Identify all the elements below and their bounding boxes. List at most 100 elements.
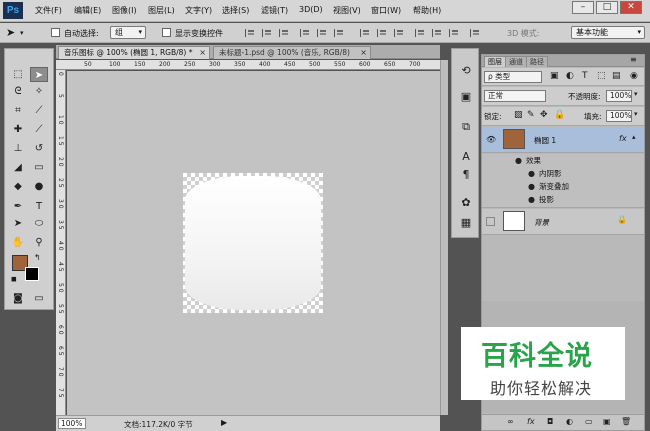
path-selection-tool-icon[interactable]: ➤ [9, 216, 27, 231]
blend-mode-dropdown[interactable]: 正常 [484, 90, 546, 102]
crop-tool-icon[interactable]: ⌗ [9, 103, 27, 118]
visibility-eye-icon[interactable]: ● [515, 156, 522, 165]
zoom-field[interactable]: 100% [58, 418, 86, 429]
background-color-swatch[interactable] [25, 267, 39, 281]
align-left-icon[interactable] [300, 29, 311, 37]
fill-field[interactable]: 100% [606, 110, 632, 122]
default-colors-icon[interactable]: ◼ [11, 275, 17, 283]
doc-tab-inactive[interactable]: 未标题-1.psd @ 100% (音乐, RGB/8) × [213, 46, 371, 59]
fx-badge[interactable]: fx [619, 134, 627, 143]
blur-tool-icon[interactable]: ◆ [9, 179, 27, 194]
status-menu-arrow-icon[interactable]: ▶ [221, 418, 227, 427]
opacity-field[interactable]: 100% [606, 90, 632, 102]
lock-transparent-icon[interactable]: ▨ [514, 110, 523, 120]
move-tool-icon[interactable]: ➤ [30, 67, 48, 82]
layer-row[interactable]: 背景 🔒 [482, 209, 644, 235]
lasso-tool-icon[interactable]: ᘓ [9, 84, 27, 99]
close-icon[interactable]: × [199, 47, 206, 59]
lock-all-icon[interactable]: 🔒 [554, 110, 565, 120]
align-top-icon[interactable] [245, 29, 256, 37]
healing-brush-tool-icon[interactable]: ✚ [9, 122, 27, 137]
distribute-hcenter-icon[interactable] [432, 29, 443, 37]
lock-pixels-icon[interactable]: ✎ [527, 110, 535, 120]
type-tool-icon[interactable]: T [30, 199, 48, 214]
eraser-tool-icon[interactable]: ◢ [9, 160, 27, 175]
filter-toggle-icon[interactable]: ◉ [630, 71, 638, 81]
swap-colors-icon[interactable]: ↰ [34, 253, 41, 262]
menu-edit[interactable]: 编辑(E) [74, 5, 101, 16]
tab-paths[interactable]: 路径 [526, 56, 548, 67]
menu-layer[interactable]: 图层(L) [148, 5, 175, 16]
new-adjustment-icon[interactable]: ◐ [566, 417, 573, 426]
pen-tool-icon[interactable]: ✒ [9, 199, 27, 214]
auto-align-icon[interactable] [470, 29, 481, 37]
menu-type[interactable]: 文字(Y) [185, 5, 212, 16]
auto-select-checkbox[interactable] [51, 28, 60, 37]
hand-tool-icon[interactable]: ✋ [9, 235, 27, 250]
add-style-icon[interactable]: fx [527, 417, 535, 426]
dodge-tool-icon[interactable]: ● [30, 179, 48, 194]
effect-drop-shadow[interactable]: 投影 [539, 194, 554, 205]
lock-position-icon[interactable]: ✥ [540, 110, 548, 120]
zoom-tool-icon[interactable]: ⚲ [30, 235, 48, 250]
tab-channels[interactable]: 通道 [505, 56, 527, 67]
layer-row[interactable]: 👁 椭圆 1 fx ▴ [482, 127, 644, 153]
distribute-vcenter-icon[interactable] [377, 29, 388, 37]
distribute-right-icon[interactable] [449, 29, 460, 37]
show-transform-checkbox[interactable] [162, 28, 171, 37]
move-tool-icon[interactable]: ➤ [6, 26, 15, 39]
visibility-toggle[interactable] [486, 217, 495, 226]
maximize-button[interactable]: □ [596, 1, 618, 14]
delete-layer-icon[interactable]: 🗑 [621, 417, 631, 426]
screen-mode-icon[interactable]: ▭ [30, 291, 48, 306]
distribute-left-icon[interactable] [415, 29, 426, 37]
align-right-icon[interactable] [334, 29, 345, 37]
minimize-button[interactable]: – [572, 1, 594, 14]
magic-wand-tool-icon[interactable]: ✧ [30, 84, 48, 99]
filter-shape-icon[interactable]: ⬚ [597, 71, 606, 81]
add-mask-icon[interactable]: ◘ [547, 417, 553, 426]
visibility-eye-icon[interactable]: ● [528, 182, 535, 191]
gradient-tool-icon[interactable]: ▭ [30, 160, 48, 175]
panel-menu-icon[interactable]: ≡ [630, 55, 637, 64]
paragraph-panel-icon[interactable]: ¶ [457, 167, 475, 183]
auto-select-dropdown[interactable]: 组 ▾ [110, 26, 146, 39]
menu-file[interactable]: 文件(F) [35, 5, 62, 16]
swatches-panel-icon[interactable]: ✿ [457, 195, 475, 211]
history-panel-icon[interactable]: ⟲ [457, 63, 475, 79]
history-brush-tool-icon[interactable]: ↺ [30, 141, 48, 156]
filter-pixel-icon[interactable]: ▣ [550, 71, 559, 81]
visibility-eye-icon[interactable]: ● [528, 195, 535, 204]
chevron-down-icon[interactable]: ▾ [634, 110, 638, 118]
tool-preset-arrow-icon[interactable]: ▾ [20, 29, 24, 37]
distribute-bottom-icon[interactable] [394, 29, 405, 37]
chevron-down-icon[interactable]: ▾ [634, 90, 638, 98]
marquee-tool-icon[interactable]: ⬚ [9, 67, 27, 82]
menu-view[interactable]: 视图(V) [333, 5, 361, 16]
eyedropper-tool-icon[interactable]: ⟋ [30, 103, 48, 118]
brush-tool-icon[interactable]: ⟋ [30, 122, 48, 137]
effect-gradient-overlay[interactable]: 渐变叠加 [539, 181, 569, 192]
new-layer-icon[interactable]: ▣ [603, 417, 611, 426]
rounded-icon-shape[interactable] [185, 176, 321, 310]
menu-select[interactable]: 选择(S) [222, 5, 249, 16]
visibility-eye-icon[interactable]: ● [528, 169, 535, 178]
ellipse-tool-icon[interactable]: ⬭ [30, 216, 48, 231]
effect-inner-shadow[interactable]: 内阴影 [539, 168, 562, 179]
clone-stamp-tool-icon[interactable]: ⊥ [9, 141, 27, 156]
align-hcenter-icon[interactable] [317, 29, 328, 37]
tab-layers[interactable]: 图层 [484, 56, 506, 67]
filter-adjustment-icon[interactable]: ◐ [566, 71, 574, 81]
filter-smart-object-icon[interactable]: ▤ [612, 71, 621, 81]
menu-window[interactable]: 窗口(W) [371, 5, 401, 16]
grid-panel-icon[interactable]: ▦ [457, 215, 475, 231]
properties-panel-icon[interactable]: ▣ [457, 89, 475, 105]
filter-type-icon[interactable]: T [582, 71, 588, 81]
menu-filter[interactable]: 滤镜(T) [261, 5, 288, 16]
vertical-scrollbar[interactable] [440, 60, 448, 415]
doc-tab-active[interactable]: 音乐图标 @ 100% (椭圆 1, RGB/8) * × [58, 46, 210, 59]
align-bottom-icon[interactable] [279, 29, 290, 37]
menu-image[interactable]: 图像(I) [112, 5, 137, 16]
visibility-eye-icon[interactable]: 👁 [486, 135, 496, 144]
menu-3d[interactable]: 3D(D) [299, 5, 323, 14]
